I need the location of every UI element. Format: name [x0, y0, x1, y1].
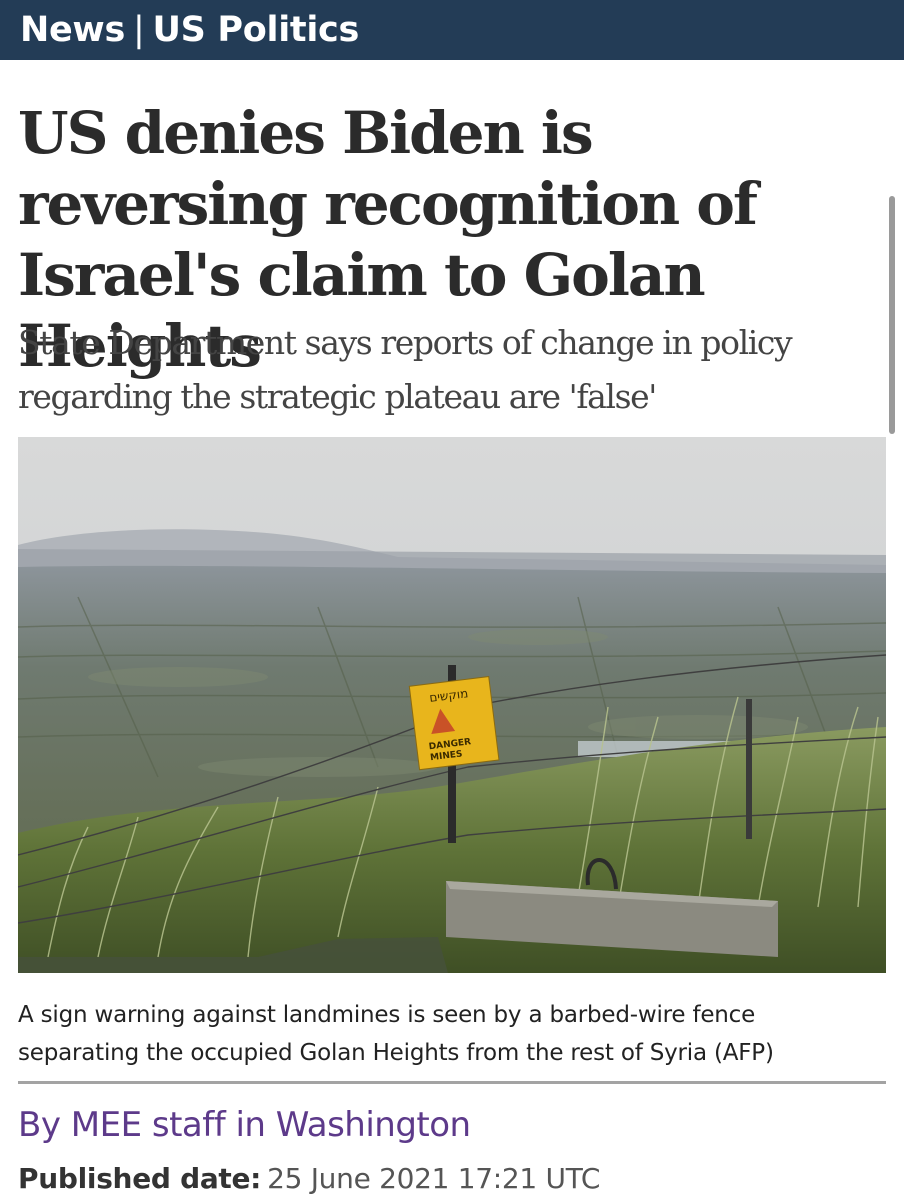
page-scrollbar[interactable]	[889, 196, 895, 434]
published-date-label: Published date:	[18, 1162, 262, 1195]
breadcrumb: News | US Politics	[20, 9, 359, 51]
published-date: Published date: 25 June 2021 17:21 UTC	[18, 1160, 600, 1198]
breadcrumb-news-link[interactable]: News	[20, 10, 125, 50]
published-date-value: 25 June 2021 17:21 UTC	[267, 1162, 601, 1195]
article-hero-image: מוקשים DANGER MINES	[18, 437, 886, 973]
article-standfirst: State Department says reports of change …	[18, 323, 793, 416]
breadcrumb-separator: |	[133, 10, 145, 50]
author-byline-link[interactable]: By MEE staff in Washington	[18, 1104, 471, 1146]
image-caption: A sign warning against landmines is seen…	[18, 1002, 774, 1066]
landscape-photo: מוקשים DANGER MINES	[18, 437, 886, 973]
top-nav-bar: News | US Politics	[0, 0, 904, 60]
caption-divider	[18, 1081, 886, 1084]
breadcrumb-us-politics-link[interactable]: US Politics	[153, 10, 360, 50]
